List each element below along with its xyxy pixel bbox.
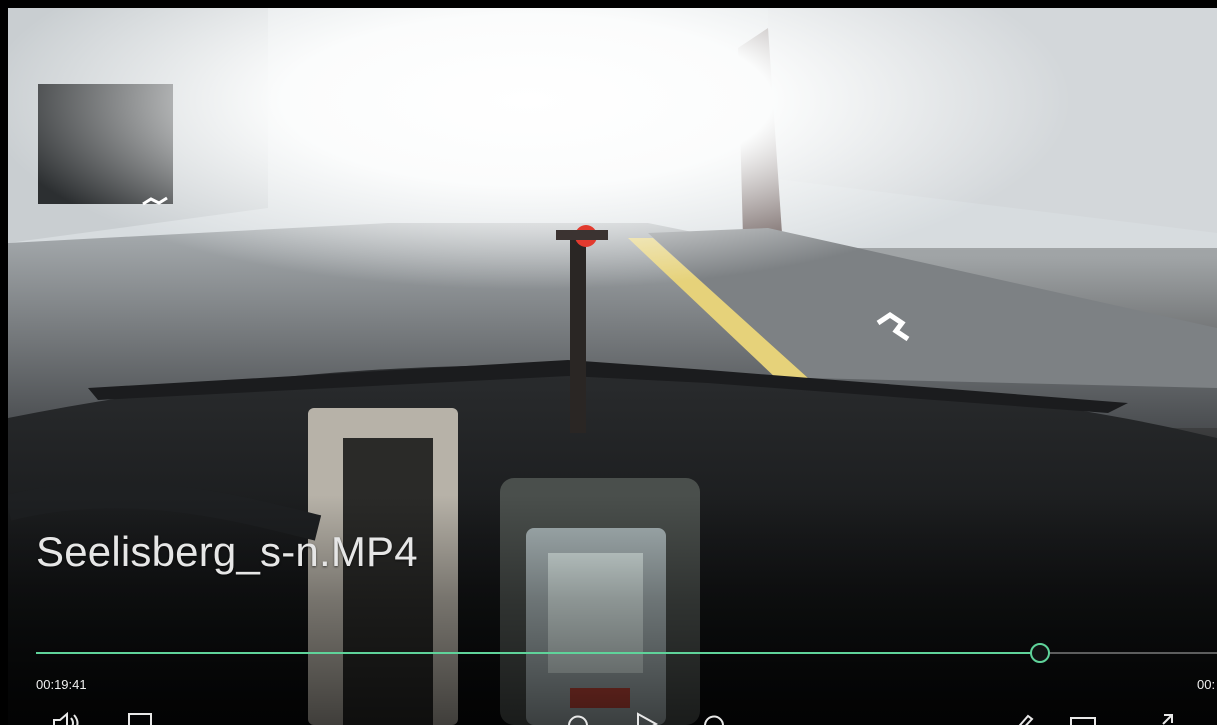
- seek-bar[interactable]: [36, 643, 1217, 663]
- video-title: Seelisberg_s-n.MP4: [36, 528, 418, 575]
- edit-icon[interactable]: [1006, 712, 1036, 725]
- video-frame[interactable]: [8, 8, 1217, 725]
- forward-icon[interactable]: [700, 712, 730, 725]
- mini-view-icon[interactable]: [1068, 712, 1098, 725]
- current-time: 00:19:41: [36, 677, 87, 692]
- video-player[interactable]: Seelisberg_s-n.MP4 00:19:41 00:: [0, 0, 1217, 725]
- transport-controls: [0, 706, 1217, 725]
- seek-progress: [36, 652, 1040, 654]
- fullscreen-icon[interactable]: [1146, 712, 1176, 725]
- volume-icon[interactable]: [50, 712, 80, 725]
- play-icon[interactable]: [632, 712, 662, 725]
- subtitles-icon[interactable]: [126, 712, 156, 725]
- seek-thumb[interactable]: [1029, 643, 1050, 663]
- total-time: 00:: [1197, 677, 1216, 692]
- rewind-icon[interactable]: [562, 712, 592, 725]
